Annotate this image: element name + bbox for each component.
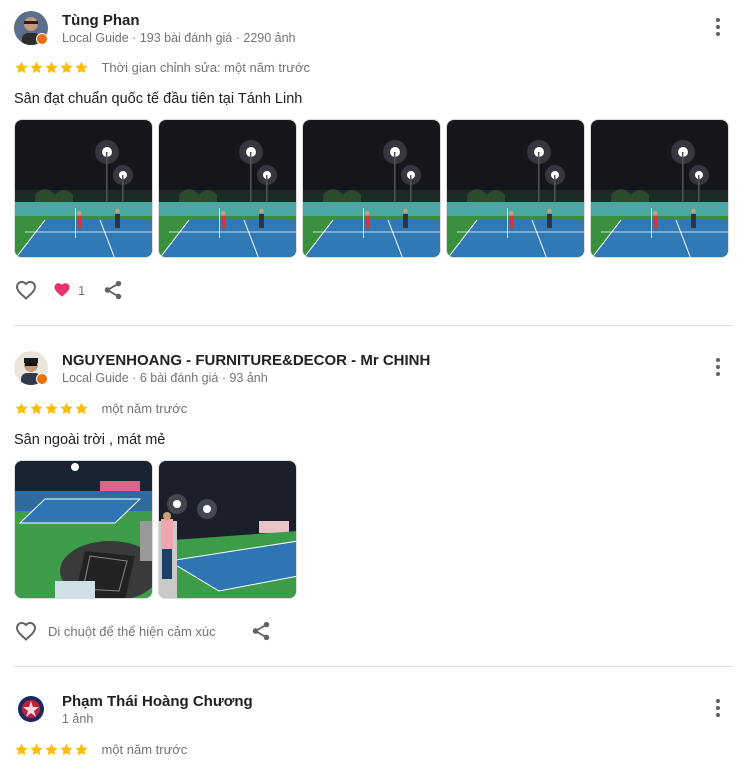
local-guide-badge-icon <box>36 33 48 45</box>
reviewer-name[interactable]: Tùng Phan <box>62 12 140 29</box>
star-icon <box>59 401 74 416</box>
star-icon <box>44 401 59 416</box>
star-icon <box>29 60 44 75</box>
star-icon <box>59 60 74 75</box>
star-icon <box>74 60 89 75</box>
review-photo[interactable] <box>590 119 729 258</box>
review-time: một năm trước <box>101 401 188 417</box>
review-photo[interactable] <box>446 119 585 258</box>
star-icon <box>74 742 89 757</box>
rating-row: một năm trước <box>14 400 187 416</box>
star-icon <box>44 60 59 75</box>
more-options-button[interactable] <box>708 15 728 39</box>
divider <box>14 325 732 326</box>
rating-row: một năm trước <box>14 741 187 757</box>
like-count[interactable]: 1 <box>78 283 85 298</box>
star-icon <box>59 742 74 757</box>
star-icon <box>29 401 44 416</box>
review-time: Thời gian chỉnh sửa: một năm trước <box>101 60 311 76</box>
reviewer-name[interactable]: Phạm Thái Hoàng Chương <box>62 693 253 710</box>
rating-row: Thời gian chỉnh sửa: một năm trước <box>14 59 310 75</box>
more-options-button[interactable] <box>708 696 728 720</box>
star-icon <box>74 401 89 416</box>
review-time: một năm trước <box>101 742 188 758</box>
reviewer-meta[interactable]: Local Guide · 193 bài đánh giá · 2290 ản… <box>62 31 296 45</box>
review-photos <box>14 460 314 599</box>
review-photos <box>14 119 732 258</box>
more-options-button[interactable] <box>708 355 728 379</box>
reviewer-meta[interactable]: 1 ảnh <box>62 712 93 726</box>
reviewer-meta[interactable]: Local Guide · 6 bài đánh giá · 93 ảnh <box>62 371 268 385</box>
review-photo[interactable] <box>302 119 441 258</box>
review-card: Phạm Thái Hoàng Chương 1 ảnh một năm trư… <box>14 692 732 772</box>
like-heart-icon[interactable] <box>14 278 38 302</box>
local-guide-badge-icon <box>36 373 48 385</box>
star-icon <box>14 401 29 416</box>
share-icon[interactable] <box>102 279 124 301</box>
review-text: Sân đạt chuẩn quốc tế đầu tiên tại Tánh … <box>14 91 303 107</box>
star-icon <box>29 742 44 757</box>
review-photo[interactable] <box>158 460 297 599</box>
reaction-hint: Di chuột để thể hiện cảm xúc <box>48 624 216 639</box>
star-icon <box>14 742 29 757</box>
reviewer-name[interactable]: NGUYENHOANG - FURNITURE&DECOR - Mr CHINH <box>62 352 430 369</box>
like-heart-icon[interactable] <box>14 619 38 643</box>
star-rating <box>14 742 89 758</box>
filled-heart-icon <box>54 283 70 297</box>
star-icon <box>14 60 29 75</box>
review-photo[interactable] <box>14 460 153 599</box>
review-photo[interactable] <box>14 119 153 258</box>
review-actions: 1 <box>14 277 414 303</box>
review-text: Sân ngoài trời , mát mẻ <box>14 432 166 448</box>
review-card: NGUYENHOANG - FURNITURE&DECOR - Mr CHINH… <box>14 351 732 646</box>
review-actions: Di chuột để thể hiện cảm xúc <box>14 618 414 644</box>
star-rating <box>14 401 89 417</box>
review-card: Tùng Phan Local Guide · 193 bài đánh giá… <box>14 11 732 311</box>
avatar[interactable] <box>14 692 48 726</box>
star-rating <box>14 60 89 76</box>
star-icon <box>44 742 59 757</box>
share-icon[interactable] <box>250 620 272 642</box>
divider <box>14 666 732 667</box>
review-photo[interactable] <box>158 119 297 258</box>
